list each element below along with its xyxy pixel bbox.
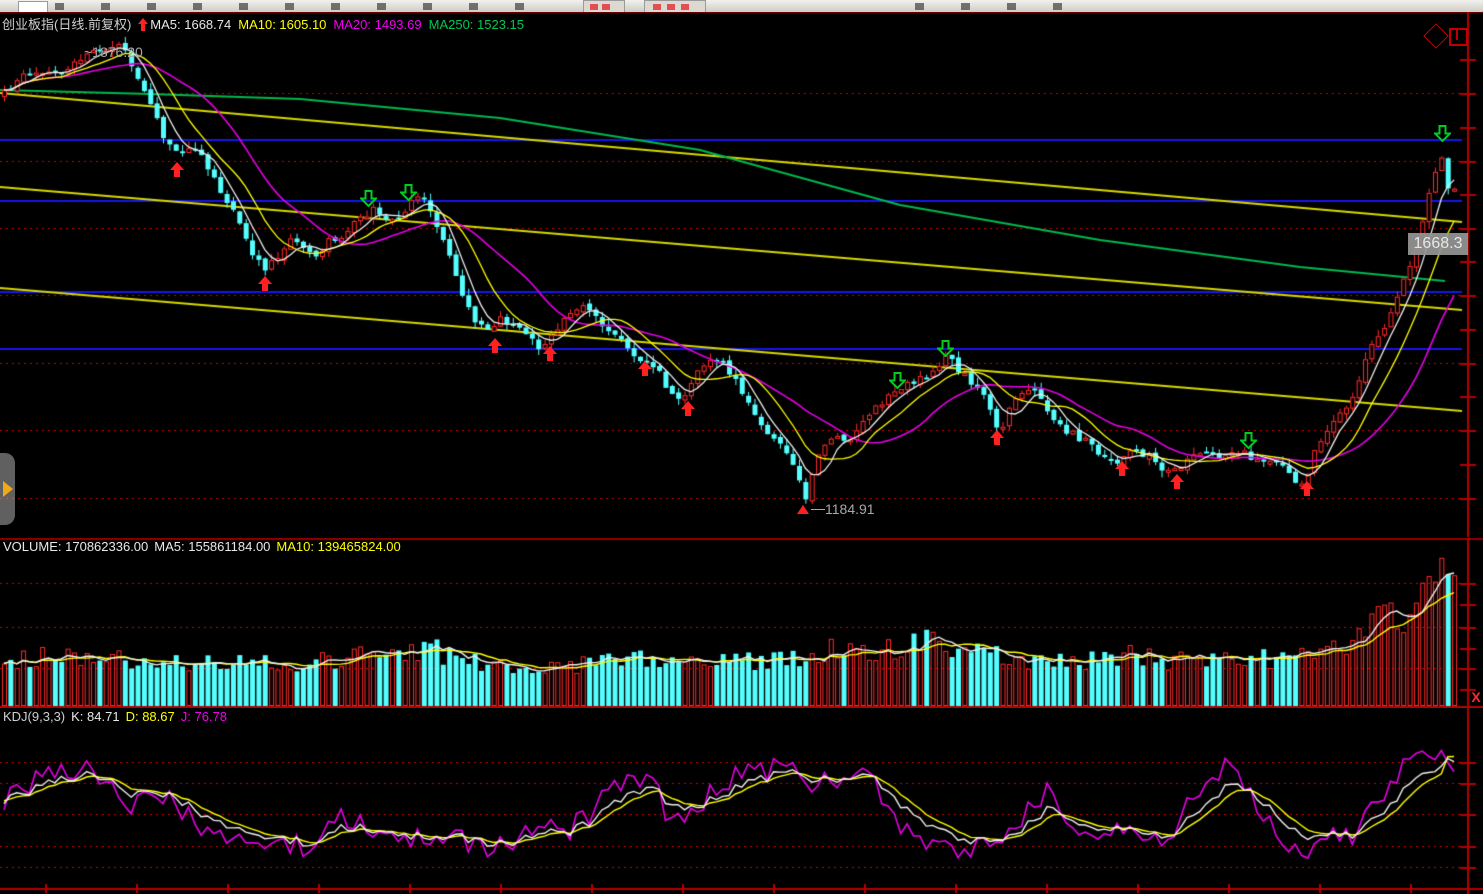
- volume-header: VOLUME: 170862336.00 MA5: 155861184.00 MA1…: [3, 539, 407, 554]
- kdj-k-label: K: 84.71: [71, 709, 119, 724]
- ma20-label: MA20: 1493.69: [333, 17, 421, 32]
- volume-canvas[interactable]: [0, 538, 1483, 708]
- menu-items-clipped: [55, 3, 555, 10]
- buy-arrow-icon: [1299, 481, 1315, 502]
- sell-arrow-icon: [1240, 432, 1257, 454]
- buy-arrow-icon: [637, 361, 653, 382]
- last-price-tag: 1668.3: [1408, 233, 1468, 255]
- volume-ma10-label: MA10: 139465824.00: [276, 539, 400, 554]
- expand-arrow-icon: [3, 481, 13, 497]
- kdj-header: KDJ(9,3,3) K: 84.71 D: 88.67 J: 76.78: [3, 709, 233, 724]
- buy-arrow-icon: [487, 338, 503, 359]
- trading-app-window: 创业板指(日线.前复权) MA5: 1668.74 MA10: 1605.10 MA2…: [0, 0, 1483, 894]
- buy-arrow-icon: [680, 401, 696, 422]
- ma10-label: MA10: 1605.10: [238, 17, 326, 32]
- main-chart-canvas[interactable]: [0, 12, 1483, 537]
- main-chart-header: 创业板指(日线.前复权) MA5: 1668.74 MA10: 1605.10 MA2…: [2, 14, 531, 33]
- trend-up-icon: [138, 18, 148, 31]
- split-window-icon[interactable]: [1449, 28, 1468, 46]
- sell-arrow-icon: [1434, 125, 1451, 147]
- ma250-label: MA250: 1523.15: [429, 17, 524, 32]
- sell-arrow-icon: [937, 340, 954, 362]
- kdj-canvas[interactable]: [0, 708, 1483, 894]
- sell-arrow-icon: [400, 184, 417, 206]
- period-high-label: ~1876.20: [84, 44, 143, 60]
- ma5-label: MA5: 1668.74: [150, 17, 231, 32]
- period-low-label: 1184.91: [825, 501, 875, 517]
- main-chart-panel: [0, 12, 1483, 537]
- low-triangle-icon: [797, 505, 809, 514]
- kdj-d-label: D: 88.67: [126, 709, 175, 724]
- broker-title-clipped: [915, 3, 1075, 10]
- volume-ma5-label: MA5: 155861184.00: [154, 539, 270, 554]
- buy-arrow-icon: [1169, 474, 1185, 495]
- volume-panel: VOLUME: 170862336.00 MA5: 155861184.00 MA1…: [0, 538, 1483, 708]
- buy-arrow-icon: [542, 346, 558, 367]
- kdj-j-label: J: 76.78: [181, 709, 227, 724]
- kdj-panel: KDJ(9,3,3) K: 84.71 D: 88.67 J: 76.78: [0, 708, 1483, 894]
- buy-arrow-icon: [989, 430, 1005, 451]
- buy-arrow-icon: [1114, 461, 1130, 482]
- volume-value-label: VOLUME: 170862336.00: [3, 539, 148, 554]
- sell-arrow-icon: [889, 372, 906, 394]
- sidebar-expand-handle[interactable]: [0, 453, 15, 525]
- indicator-close-button[interactable]: X: [1470, 689, 1482, 706]
- sell-arrow-icon: [360, 190, 377, 212]
- kdj-title-label: KDJ(9,3,3): [3, 709, 65, 724]
- buy-arrow-icon: [169, 162, 185, 183]
- chart-title: 创业板指(日线.前复权): [2, 17, 131, 32]
- buy-arrow-icon: [257, 276, 273, 297]
- period-low-marker: 1184.91: [797, 501, 875, 519]
